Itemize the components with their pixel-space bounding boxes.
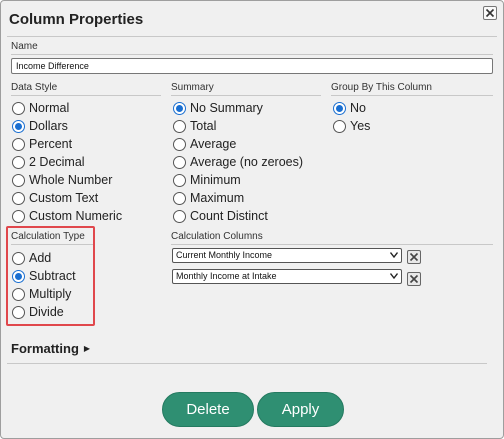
radio-button[interactable]: [173, 173, 186, 187]
summary-option-label: Total: [190, 119, 217, 133]
data-style-option[interactable]: Custom Text: [12, 189, 122, 207]
calculation-column-select-1[interactable]: Current Monthly Income: [172, 248, 402, 263]
title-divider: [7, 36, 497, 37]
summary-option-label: Maximum: [190, 191, 245, 205]
data-style-divider: [11, 95, 161, 96]
data-style-option-label: 2 Decimal: [29, 155, 85, 169]
data-style-option[interactable]: Dollars: [12, 117, 122, 135]
select-2-value: Monthly Income at Intake: [176, 271, 277, 281]
name-label: Name: [11, 41, 38, 52]
radio-button[interactable]: [173, 209, 186, 223]
group-by-divider: [331, 95, 493, 96]
radio-button[interactable]: [12, 119, 25, 133]
column-properties-dialog: Column Properties Name Income Difference…: [0, 0, 504, 439]
group-by-label: Group By This Column: [331, 82, 432, 93]
calculation-column-select-2[interactable]: Monthly Income at Intake: [172, 269, 402, 284]
apply-button[interactable]: Apply: [257, 392, 344, 427]
data-style-option[interactable]: 2 Decimal: [12, 153, 122, 171]
data-style-option-label: Percent: [29, 137, 73, 151]
name-divider: [11, 54, 493, 55]
formatting-label: Formatting: [11, 341, 79, 356]
summary-option[interactable]: Average (no zeroes): [173, 153, 303, 171]
calculation-columns-label: Calculation Columns: [171, 231, 263, 242]
group-by-option[interactable]: Yes: [333, 117, 370, 135]
radio-button[interactable]: [333, 101, 346, 115]
close-icon[interactable]: [483, 6, 497, 20]
radio-button[interactable]: [12, 155, 25, 169]
radio-button[interactable]: [12, 191, 25, 205]
radio-button[interactable]: [333, 119, 346, 133]
summary-label: Summary: [171, 82, 214, 93]
radio-button[interactable]: [173, 155, 186, 169]
summary-option[interactable]: Count Distinct: [173, 207, 303, 225]
data-style-option-label: Custom Text: [29, 191, 99, 205]
calculation-type-highlight: [6, 226, 95, 326]
name-field[interactable]: Income Difference: [11, 58, 493, 74]
radio-button[interactable]: [12, 137, 25, 151]
group-by-option[interactable]: No: [333, 99, 370, 117]
summary-option-label: No Summary: [190, 101, 263, 115]
data-style-option-label: Custom Numeric: [29, 209, 123, 223]
radio-button[interactable]: [12, 173, 25, 187]
remove-column-2-icon[interactable]: [407, 272, 421, 286]
delete-button[interactable]: Delete: [162, 392, 254, 427]
chevron-down-icon: [390, 273, 398, 279]
summary-option[interactable]: Minimum: [173, 171, 303, 189]
data-style-label: Data Style: [11, 82, 58, 93]
chevron-down-icon: [390, 252, 398, 258]
group-by-option-label: Yes: [350, 119, 371, 133]
radio-button[interactable]: [173, 101, 186, 115]
group-by-option-label: No: [350, 101, 366, 115]
data-style-option-label: Normal: [29, 101, 70, 115]
formatting-toggle[interactable]: Formatting ▶: [11, 341, 90, 356]
summary-option[interactable]: Average: [173, 135, 303, 153]
data-style-option[interactable]: Percent: [12, 135, 122, 153]
radio-button[interactable]: [173, 137, 186, 151]
data-style-option[interactable]: Whole Number: [12, 171, 122, 189]
summary-option-label: Count Distinct: [190, 209, 268, 223]
summary-options: No Summary Total Average Average (no zeroes…: [173, 99, 303, 225]
summary-option[interactable]: Total: [173, 117, 303, 135]
summary-option[interactable]: Maximum: [173, 189, 303, 207]
data-style-option[interactable]: Custom Numeric: [12, 207, 122, 225]
dialog-title: Column Properties: [9, 11, 144, 28]
summary-option-label: Average: [190, 137, 237, 151]
radio-button[interactable]: [173, 191, 186, 205]
radio-button[interactable]: [12, 101, 25, 115]
data-style-options: Normal Dollars Percent 2 Decimal Whole Numbe…: [12, 99, 122, 225]
data-style-option-label: Whole Number: [29, 173, 113, 187]
summary-option[interactable]: No Summary: [173, 99, 303, 117]
calculation-columns-divider: [171, 244, 493, 245]
formatting-divider: [7, 363, 487, 364]
remove-column-1-icon[interactable]: [407, 250, 421, 264]
radio-button[interactable]: [12, 209, 25, 223]
summary-option-label: Minimum: [190, 173, 241, 187]
summary-option-label: Average (no zeroes): [190, 155, 304, 169]
data-style-option-label: Dollars: [29, 119, 68, 133]
expand-arrow-icon: ▶: [83, 344, 91, 353]
group-by-options: No Yes: [333, 99, 370, 135]
select-1-value: Current Monthly Income: [176, 250, 273, 260]
data-style-option[interactable]: Normal: [12, 99, 122, 117]
summary-divider: [171, 95, 321, 96]
radio-button[interactable]: [173, 119, 186, 133]
